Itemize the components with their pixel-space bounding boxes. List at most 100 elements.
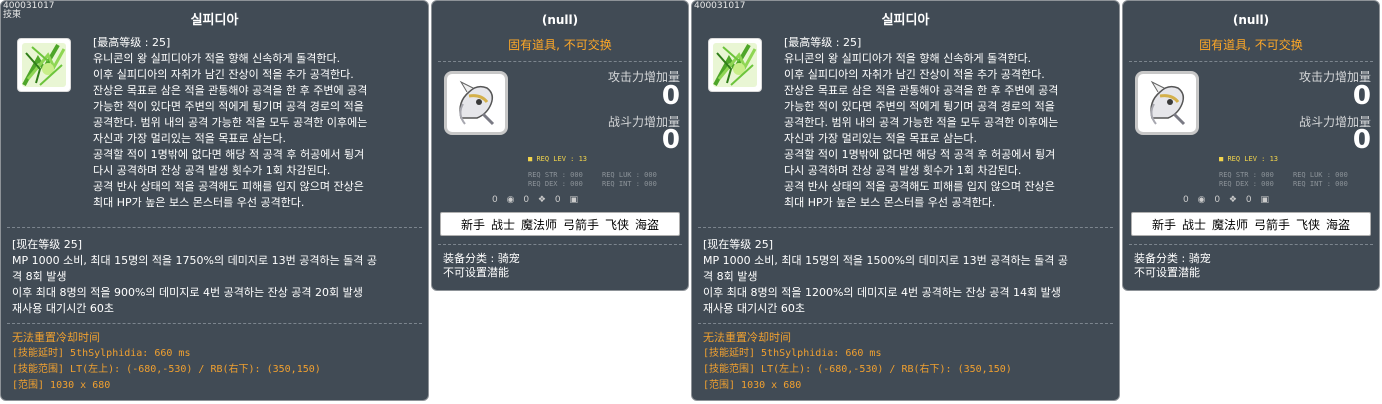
job-magician: 魔法师 [1211, 218, 1248, 232]
cooldown-note: 无法重置冷却时间 [12, 331, 100, 344]
divider [698, 227, 1113, 228]
cooldown-note: 无法重置冷却时间 [703, 331, 791, 344]
item-category: 装备分类 : 骑宠 不可设置潜能 [443, 252, 520, 280]
item-stat-icons: 0 ◉ 0 ❖ 0 ▣ [492, 195, 584, 205]
skill-icon [708, 38, 762, 92]
skill-range: [技能范围] LT(左上): (-680,-530) / RB(右下): (35… [12, 364, 321, 375]
desc-line: 가능한 적이 있다면 주변의 적에게 튕기며 공격 경로의 적을 [93, 100, 364, 113]
job-warrior: 战士 [1181, 218, 1206, 232]
desc-line: 최대 HP가 높은 보스 몬스터를 우선 공격한다. [93, 196, 305, 209]
item-stat-icons: 0 ◉ 0 ❖ 0 ▣ [1183, 195, 1275, 205]
item-category: 装备分类 : 骑宠 不可设置潜能 [1134, 252, 1211, 280]
divider [7, 227, 422, 228]
req-luk-int: REQ LUK : 000 REQ INT : 000 [602, 171, 657, 189]
current-level-info: [现在等级 25] MP 1000 소비, 최대 15명의 적을 1750%의 … [12, 237, 422, 317]
skill-description: [最高等级 : 25] 유니콘의 왕 실피디아가 적을 향해 신속하게 돌격한다… [784, 35, 1109, 211]
job-thief: 飞侠 [1296, 218, 1321, 232]
skill-delay: [技能延时] 5thSylphidia: 660 ms [703, 348, 882, 359]
category-text: 装备分类 : 骑宠 [443, 252, 520, 265]
max-level: [最高等级 : 25] [93, 36, 171, 49]
req-int: REQ INT : 000 [1293, 180, 1348, 188]
req-level: ■ REQ LEV : 13 [528, 155, 588, 163]
max-level: [最高等级 : 25] [784, 36, 862, 49]
item-notice: 固有道具, 不可交换 [1199, 38, 1303, 52]
desc-line: 가능한 적이 있다면 주변의 적에게 튕기며 공격 경로의 적을 [784, 100, 1055, 113]
desc-line: 이후 실피디아의 자취가 남긴 잔상이 적을 추가 공격한다. [784, 68, 1045, 81]
req-level-text: REQ LEV : 13 [1227, 155, 1279, 163]
req-luk: REQ LUK : 000 [602, 171, 657, 179]
item-tooltip-1: (null) 固有道具, 不可交换 攻击力增加量 0 战斗力增加量 0 ■ RE… [431, 0, 689, 291]
divider [1129, 244, 1373, 245]
stat-a: 0 ◉ [492, 195, 515, 205]
req-str: REQ STR : 000 [528, 171, 583, 179]
desc-line: 유니콘의 왕 실피디아가 적을 향해 신속하게 돌격한다. [784, 52, 1032, 65]
divider [7, 323, 422, 324]
req-dex: REQ DEX : 000 [1219, 180, 1274, 188]
item-title: (null) [541, 13, 579, 27]
skill-title: 실피디아 [190, 13, 239, 28]
power-increase-value: 0 [1352, 125, 1371, 155]
attack-increase-value: 0 [661, 81, 680, 111]
skill-extra-info: 无法重置冷却时间 [技能延时] 5thSylphidia: 660 ms [技能… [12, 330, 422, 394]
attack-increase-value: 0 [1352, 81, 1371, 111]
stat-b: 0 ❖ [523, 195, 546, 205]
skill-area: [范围] 1030 x 680 [703, 380, 802, 391]
job-pirate: 海盗 [635, 218, 660, 232]
current-line: 재사용 대기시간 60초 [12, 302, 114, 315]
req-level-text: REQ LEV : 13 [536, 155, 588, 163]
current-line: 이후 최대 8명의 적을 1200%의 데미지로 4번 공격하는 잔상 공격 1… [703, 286, 1061, 299]
desc-line: 공격 반사 상태의 적을 공격해도 피해를 입지 않으며 잔상은 [93, 180, 364, 193]
potential-text: 不可设置潜能 [443, 266, 509, 279]
desc-line: 잔상은 목표로 삼은 적을 관통해야 공격을 한 후 주변에 공격 [93, 84, 368, 97]
skill-delay: [技能延时] 5thSylphidia: 660 ms [12, 348, 191, 359]
skill-range: [技能范围] LT(左上): (-680,-530) / RB(右下): (35… [703, 364, 1012, 375]
sylphidia-skill-icon [22, 43, 66, 87]
skill-tooltip-1: 400031017 技東 실피디아 [最高等级 : 25] 유니콘의 왕 실피디… [0, 0, 429, 401]
desc-line: 공격한다. 범위 내의 공격 가능한 적을 모두 공격한 이후에는 [93, 116, 368, 129]
skill-extra-info: 无法重置冷却时间 [技能延时] 5thSylphidia: 660 ms [技能… [703, 330, 1113, 394]
item-tooltip-2: (null) 固有道具, 不可交换 攻击力增加量 0 战斗力增加量 0 ■ RE… [1122, 0, 1380, 291]
desc-line: 공격한다. 범위 내의 공격 가능한 적을 모두 공격한 이후에는 [784, 116, 1059, 129]
current-line: 격 8회 발생 [12, 270, 67, 283]
req-str: REQ STR : 000 [1219, 171, 1274, 179]
desc-line: 이후 실피디아의 자취가 남긴 잔상이 적을 추가 공격한다. [93, 68, 354, 81]
req-luk-int: REQ LUK : 000 REQ INT : 000 [1293, 171, 1348, 189]
desc-line: 자신과 가장 멀리있는 적을 목표로 삼는다. [93, 132, 287, 145]
job-magician: 魔法师 [520, 218, 557, 232]
req-str-dex: REQ STR : 000 REQ DEX : 000 [1219, 171, 1274, 189]
item-title: (null) [1232, 13, 1270, 27]
current-line: 재사용 대기시간 60초 [703, 302, 805, 315]
mount-icon [1150, 80, 1186, 126]
divider [698, 323, 1113, 324]
skill-icon [17, 38, 71, 92]
stat-c: 0 ▣ [554, 195, 578, 205]
current-line: MP 1000 소비, 최대 15명의 적을 1500%의 데미지로 13번 공… [703, 254, 1069, 267]
stat-a: 0 ◉ [1183, 195, 1206, 205]
skill-title: 실피디아 [881, 13, 930, 28]
req-dex: REQ DEX : 000 [528, 180, 583, 188]
current-level: [现在等级 25] [703, 238, 774, 251]
job-list: 新手 战士 魔法师 弓箭手 飞侠 海盗 [440, 212, 680, 236]
current-line: 격 8회 발생 [703, 270, 758, 283]
desc-line: 공격할 적이 1명밖에 없다면 해당 적 공격 후 허공에서 튕겨 [93, 148, 365, 161]
stat-b: 0 ❖ [1214, 195, 1237, 205]
current-line: MP 1000 소비, 최대 15명의 적을 1750%의 데미지로 13번 공… [12, 254, 378, 267]
skill-description: [最高等级 : 25] 유니콘의 왕 실피디아가 적을 향해 신속하게 돌격한다… [93, 35, 418, 211]
desc-line: 잔상은 목표로 삼은 적을 관통해야 공격을 한 후 주변에 공격 [784, 84, 1059, 97]
job-bowman: 弓箭手 [1254, 218, 1291, 232]
sylphidia-skill-icon [713, 43, 757, 87]
job-thief: 飞侠 [605, 218, 630, 232]
potential-text: 不可设置潜能 [1134, 266, 1200, 279]
stat-c: 0 ▣ [1245, 195, 1269, 205]
current-line: 이후 최대 8명의 적을 900%의 데미지로 4번 공격하는 잔상 공격 20… [12, 286, 363, 299]
power-increase-value: 0 [661, 125, 680, 155]
category-text: 装备分类 : 骑宠 [1134, 252, 1211, 265]
job-warrior: 战士 [490, 218, 515, 232]
req-level: ■ REQ LEV : 13 [1219, 155, 1279, 163]
divider [438, 244, 682, 245]
job-beginner: 新手 [1151, 218, 1176, 232]
req-luk: REQ LUK : 000 [1293, 171, 1348, 179]
job-beginner: 新手 [460, 218, 485, 232]
current-level-info: [现在等级 25] MP 1000 소비, 최대 15명의 적을 1500%의 … [703, 237, 1113, 317]
divider [1129, 61, 1373, 62]
